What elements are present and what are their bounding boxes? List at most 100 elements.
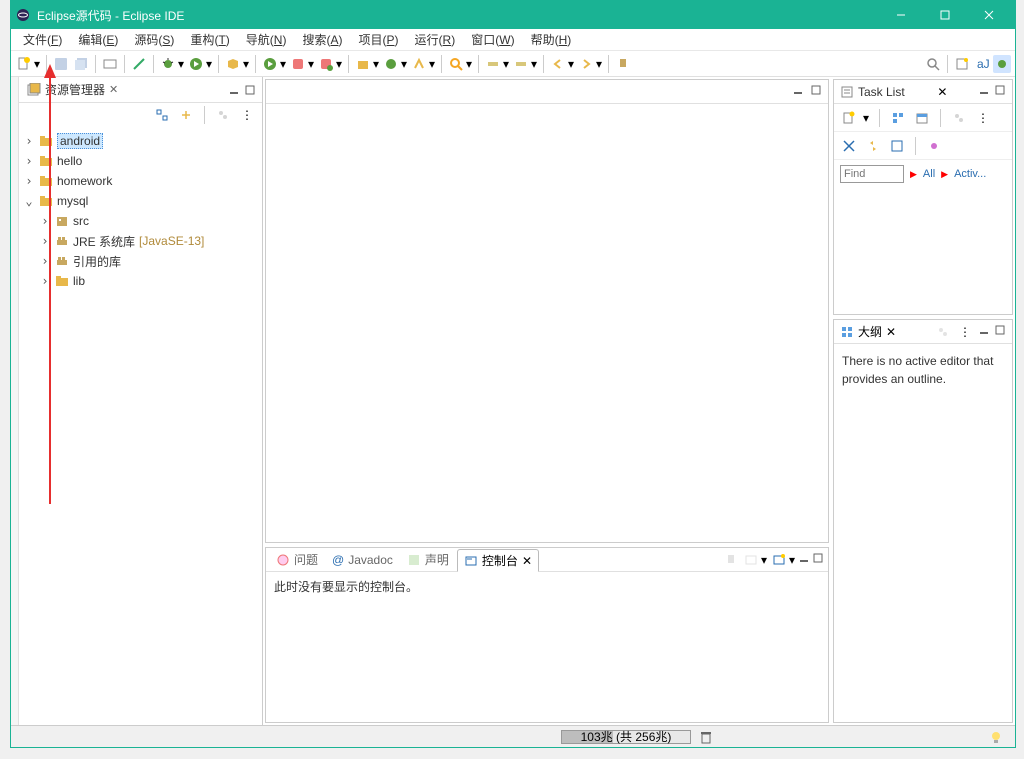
pin-console-button[interactable] xyxy=(722,551,740,569)
forward-button[interactable] xyxy=(577,55,595,73)
outline-maximize-button[interactable] xyxy=(994,324,1006,339)
explorer-tabbar: 资源管理器 ✕ xyxy=(19,77,262,103)
tab-console[interactable]: 控制台 ✕ xyxy=(457,549,539,572)
open-perspective-button[interactable] xyxy=(953,55,971,73)
maximize-view-button[interactable] xyxy=(242,82,258,98)
run-button[interactable] xyxy=(187,55,205,73)
search-button[interactable] xyxy=(447,55,465,73)
bottom-maximize-button[interactable] xyxy=(812,552,824,567)
close-icon[interactable]: ✕ xyxy=(937,85,947,99)
menu-navigate[interactable]: 导航(N) xyxy=(238,29,295,50)
link-editor-button[interactable] xyxy=(177,106,195,124)
nav1-button[interactable] xyxy=(484,55,502,73)
outline-minimize-button[interactable] xyxy=(978,324,990,339)
tasklist-view: Task List ✕ ▾ ⋮ xyxy=(833,79,1013,315)
memory-bar[interactable]: 103兆 (共 256兆) xyxy=(561,730,691,744)
run-dropdown[interactable]: ▾ xyxy=(205,55,213,73)
find-input[interactable] xyxy=(840,165,904,183)
menu-source[interactable]: 源码(S) xyxy=(126,29,182,50)
skip-button[interactable] xyxy=(130,55,148,73)
node-src[interactable]: ›src xyxy=(23,211,258,231)
project-tree[interactable]: ›android ›hello ›homework ⌄mysql ›src ›J… xyxy=(19,127,262,295)
coverage-dropdown[interactable]: ▾ xyxy=(242,55,250,73)
quick-access-button[interactable] xyxy=(924,55,942,73)
menu-run[interactable]: 运行(R) xyxy=(407,29,464,50)
explorer-tab[interactable]: 资源管理器 ✕ xyxy=(23,79,122,100)
collapse-all-button[interactable] xyxy=(153,106,171,124)
schedule-button[interactable] xyxy=(913,109,931,127)
menu-file[interactable]: 文件(F) xyxy=(15,29,70,50)
activate-link[interactable]: Activ... xyxy=(954,168,986,180)
play-icon[interactable]: ▶ xyxy=(941,169,948,180)
display-console-button[interactable] xyxy=(742,551,760,569)
external-button[interactable] xyxy=(289,55,307,73)
close-button[interactable] xyxy=(967,1,1011,29)
sync-button[interactable] xyxy=(864,137,882,155)
menu-help[interactable]: 帮助(H) xyxy=(523,29,580,50)
tab-problems[interactable]: 问题 xyxy=(270,549,324,570)
outline-icon xyxy=(840,325,854,339)
tab-javadoc[interactable]: @Javadoc xyxy=(326,551,399,569)
activate-button[interactable] xyxy=(925,137,943,155)
menu-edit[interactable]: 编辑(E) xyxy=(70,29,126,50)
all-link[interactable]: All xyxy=(923,168,935,180)
titlebar[interactable]: Eclipse源代码 - Eclipse IDE xyxy=(11,1,1015,29)
tab-declaration[interactable]: 声明 xyxy=(401,549,455,570)
save-button xyxy=(52,55,70,73)
tasklist-menu-button[interactable]: ⋮ xyxy=(974,109,992,127)
collapse-button[interactable] xyxy=(888,137,906,155)
node-lib[interactable]: ›lib xyxy=(23,271,258,291)
outline-menu[interactable]: ⋮ xyxy=(956,323,974,341)
tasklist-minimize-button[interactable] xyxy=(978,84,990,99)
ext2-button[interactable] xyxy=(317,55,335,73)
pin-button[interactable] xyxy=(614,55,632,73)
coverage-button[interactable] xyxy=(224,55,242,73)
minimize-button[interactable] xyxy=(879,1,923,29)
toolbar: ▾ ▾ ▾ ▾ ▾ ▾ ▾ ▾ ▾ ▾ ▾ ▾ ▾ xyxy=(11,51,1015,77)
debug-button[interactable] xyxy=(159,55,177,73)
open-console-button[interactable] xyxy=(770,551,788,569)
tasklist-maximize-button[interactable] xyxy=(994,84,1006,99)
eclipse-window: Eclipse源代码 - Eclipse IDE 文件(F) 编辑(E) 源码(… xyxy=(10,0,1016,748)
project-hello[interactable]: ›hello xyxy=(23,151,258,171)
new-dropdown[interactable]: ▾ xyxy=(33,55,41,73)
hide-button[interactable] xyxy=(840,137,858,155)
close-icon[interactable]: ✕ xyxy=(109,83,118,96)
menu-refactor[interactable]: 重构(T) xyxy=(182,29,237,50)
editor-maximize-button[interactable] xyxy=(810,84,822,99)
new-task-button[interactable] xyxy=(840,109,858,127)
play-icon[interactable]: ▶ xyxy=(910,169,917,180)
menu-window[interactable]: 窗口(W) xyxy=(463,29,522,50)
tip-icon[interactable] xyxy=(989,730,1003,744)
new-class-button[interactable] xyxy=(382,55,400,73)
project-homework[interactable]: ›homework xyxy=(23,171,258,191)
editor-minimize-button[interactable] xyxy=(792,84,804,99)
debug-dropdown[interactable]: ▾ xyxy=(177,55,185,73)
menu-search[interactable]: 搜索(A) xyxy=(294,29,350,50)
java-perspective-button[interactable]: aJ xyxy=(973,55,991,73)
back-button[interactable] xyxy=(549,55,567,73)
focus-button[interactable] xyxy=(950,109,968,127)
debug-perspective-button[interactable] xyxy=(993,55,1011,73)
menu-project[interactable]: 项目(P) xyxy=(351,29,407,50)
toggle-breadcrumb-button[interactable] xyxy=(101,55,119,73)
node-reflib[interactable]: ›引用的库 xyxy=(23,251,258,271)
outline-filter[interactable] xyxy=(934,323,952,341)
trash-icon[interactable] xyxy=(699,730,713,744)
close-icon[interactable]: ✕ xyxy=(886,325,896,339)
bottom-minimize-button[interactable] xyxy=(798,552,810,567)
open-type-button[interactable] xyxy=(410,55,428,73)
filter-button[interactable] xyxy=(214,106,232,124)
new-button[interactable] xyxy=(15,55,33,73)
view-menu-button[interactable]: ⋮ xyxy=(238,106,256,124)
nav2-button[interactable] xyxy=(512,55,530,73)
node-jre[interactable]: ›JRE 系统库 [JavaSE-13] xyxy=(23,231,258,251)
run-last-button[interactable] xyxy=(261,55,279,73)
project-mysql[interactable]: ⌄mysql xyxy=(23,191,258,211)
close-icon[interactable]: ✕ xyxy=(522,554,532,568)
minimize-view-button[interactable] xyxy=(226,82,242,98)
categorize-button[interactable] xyxy=(889,109,907,127)
project-android[interactable]: ›android xyxy=(23,131,258,151)
new-pkg-button[interactable] xyxy=(354,55,372,73)
maximize-button[interactable] xyxy=(923,1,967,29)
